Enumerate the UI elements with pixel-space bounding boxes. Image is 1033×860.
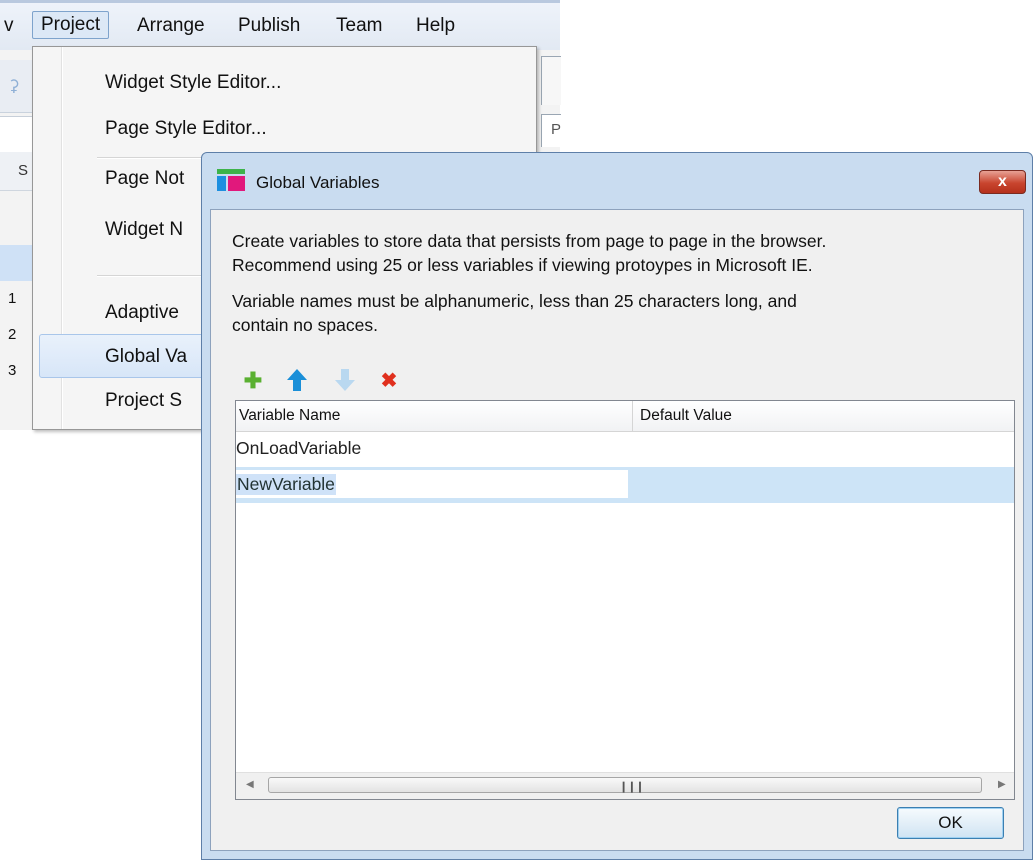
- grip-icon: ❙❙❙: [619, 781, 645, 793]
- close-button[interactable]: x: [979, 170, 1026, 194]
- background-field[interactable]: P: [541, 114, 561, 147]
- background-field-letter: P: [551, 121, 562, 138]
- menu-item-label: Adaptive: [105, 302, 179, 323]
- table-row-selected[interactable]: NewVariable: [236, 467, 1014, 503]
- menu-arrange[interactable]: Arrange: [137, 15, 205, 37]
- menu-item-label: Project S: [105, 390, 183, 411]
- menu-item-label: Widget Style Editor...: [105, 72, 282, 93]
- table-header: Variable Name Default Value: [236, 401, 1014, 432]
- dialog-body: Create variables to store data that pers…: [210, 209, 1024, 851]
- column-header-variable-name[interactable]: Variable Name: [239, 407, 340, 425]
- background-panel: [541, 56, 561, 105]
- arrow-down-icon[interactable]: [333, 368, 357, 394]
- menu-publish[interactable]: Publish: [238, 15, 300, 37]
- global-variables-dialog: Global Variables x Create variables to s…: [201, 152, 1033, 860]
- rules-line-2: contain no spaces.: [232, 315, 378, 335]
- row-number: 2: [8, 326, 17, 343]
- menu-project[interactable]: Project: [32, 11, 110, 39]
- table-row[interactable]: OnLoadVariable: [236, 431, 1014, 467]
- description-line-1: Create variables to store data that pers…: [232, 231, 827, 251]
- arrow-up-icon[interactable]: [285, 368, 309, 394]
- menu-item-label: Widget N: [105, 219, 184, 240]
- menu-item-label: Page Style Editor...: [105, 118, 267, 139]
- scroll-right-icon[interactable]: ▶: [998, 779, 1006, 790]
- rules-line-1: Variable names must be alphanumeric, les…: [232, 291, 797, 311]
- variable-name-edit-text[interactable]: NewVariable: [236, 474, 336, 495]
- column-divider[interactable]: [632, 401, 633, 431]
- scrollbar-thumb[interactable]: ❙❙❙: [268, 777, 982, 793]
- pages-panel-header: S: [0, 152, 32, 191]
- dialog-titlebar[interactable]: Global Variables x: [202, 153, 1032, 209]
- variable-name-edit-field[interactable]: NewVariable: [236, 470, 628, 498]
- toolbar-strip: ⚳: [0, 60, 32, 113]
- delete-x-icon[interactable]: ✖: [377, 368, 401, 394]
- menu-item-label: Page Not: [105, 168, 185, 189]
- plus-icon[interactable]: ✚: [241, 368, 265, 394]
- menu-item-label: Global Va: [105, 346, 188, 367]
- dialog-title: Global Variables: [256, 173, 380, 192]
- ok-button[interactable]: OK: [897, 807, 1004, 839]
- selected-page-row[interactable]: [0, 245, 32, 281]
- variable-name-cell[interactable]: OnLoadVariable: [236, 438, 361, 459]
- scroll-left-icon[interactable]: ◀: [246, 779, 254, 790]
- column-header-default-value[interactable]: Default Value: [640, 407, 732, 425]
- variables-table: Variable Name Default Value OnLoadVariab…: [235, 400, 1015, 800]
- menu-item-page-style-editor[interactable]: Page Style Editor...: [33, 107, 536, 151]
- close-icon: x: [998, 173, 1007, 190]
- search-strip[interactable]: [0, 116, 32, 154]
- description-line-2: Recommend using 25 or less variables if …: [232, 255, 813, 275]
- menu-team[interactable]: Team: [336, 15, 382, 37]
- menu-item-widget-style-editor[interactable]: Widget Style Editor...: [33, 61, 536, 105]
- menu-bar: v Project Arrange Publish Team Help: [0, 0, 560, 50]
- row-number: 3: [8, 362, 17, 379]
- axure-logo-icon: [217, 169, 245, 191]
- horizontal-scrollbar[interactable]: ◀ ❙❙❙ ▶: [236, 772, 1014, 799]
- menu-help[interactable]: Help: [416, 15, 455, 37]
- pages-header-letter: S: [18, 162, 29, 179]
- menu-view[interactable]: v: [4, 15, 14, 37]
- row-number: 1: [8, 290, 17, 307]
- connector-icon[interactable]: ⚳: [8, 76, 26, 95]
